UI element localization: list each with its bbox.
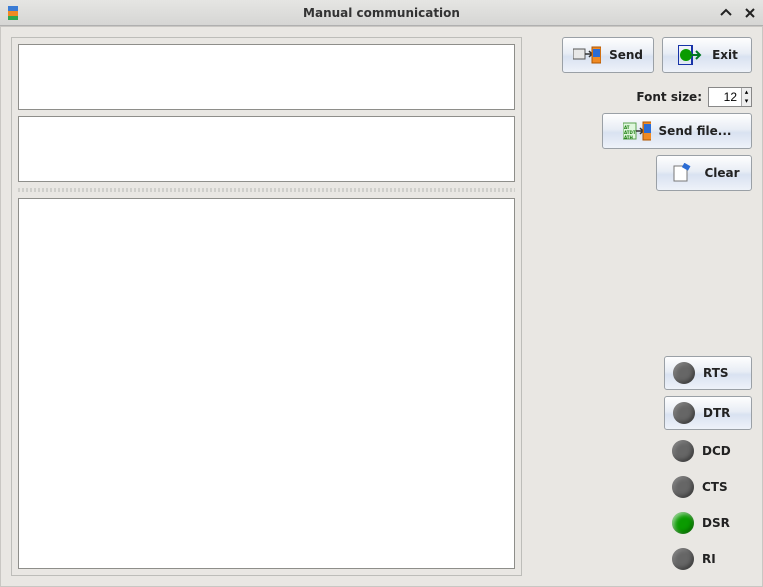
echo-output[interactable] — [18, 116, 515, 182]
cts-led — [672, 476, 694, 498]
font-size-label: Font size: — [636, 90, 702, 104]
cts-label: CTS — [702, 480, 728, 494]
dcd-label: DCD — [702, 444, 731, 458]
dcd-led — [672, 440, 694, 462]
rts-label: RTS — [703, 366, 729, 380]
rx-output[interactable] — [18, 198, 515, 569]
splitter[interactable] — [18, 188, 515, 192]
dtr-led — [673, 402, 695, 424]
send-label: Send — [609, 48, 643, 62]
close-icon[interactable] — [743, 6, 757, 20]
clear-button[interactable]: Clear — [656, 155, 752, 191]
clear-icon — [668, 162, 696, 184]
client-area: Send Exit Font size: ▴ ▾ — [0, 26, 763, 587]
minimize-max-icon[interactable] — [719, 6, 733, 20]
dsr-indicator: DSR — [664, 508, 752, 538]
font-size-input[interactable] — [709, 88, 741, 106]
font-size-down[interactable]: ▾ — [742, 97, 751, 106]
ri-led — [672, 548, 694, 570]
controls-column: Send Exit Font size: ▴ ▾ — [532, 37, 752, 576]
dtr-toggle[interactable]: DTR — [664, 396, 752, 430]
ri-indicator: RI — [664, 544, 752, 574]
dtr-label: DTR — [703, 406, 730, 420]
exit-icon — [676, 44, 704, 66]
ri-label: RI — [702, 552, 716, 566]
window-title: Manual communication — [0, 6, 763, 20]
rts-toggle[interactable]: RTS — [664, 356, 752, 390]
svg-text:ATH: ATH — [624, 135, 633, 140]
send-file-button[interactable]: AT ATDT ATH Send file... — [602, 113, 752, 149]
exit-button[interactable]: Exit — [662, 37, 752, 73]
dcd-indicator: DCD — [664, 436, 752, 466]
app-icon — [6, 6, 20, 20]
exit-label: Exit — [712, 48, 738, 62]
tx-input[interactable] — [18, 44, 515, 110]
signal-indicators: RTS DTR DCD CTS DSR RI — [532, 356, 752, 574]
send-icon — [573, 44, 601, 66]
rts-led — [673, 362, 695, 384]
text-panels — [11, 37, 522, 576]
send-file-icon: AT ATDT ATH — [623, 120, 651, 142]
cts-indicator: CTS — [664, 472, 752, 502]
clear-label: Clear — [704, 166, 739, 180]
font-size-up[interactable]: ▴ — [742, 88, 751, 97]
dsr-label: DSR — [702, 516, 730, 530]
dsr-led — [672, 512, 694, 534]
title-bar: Manual communication — [0, 0, 763, 26]
font-size-spinner[interactable]: ▴ ▾ — [708, 87, 752, 107]
send-button[interactable]: Send — [562, 37, 654, 73]
send-file-label: Send file... — [659, 124, 732, 138]
